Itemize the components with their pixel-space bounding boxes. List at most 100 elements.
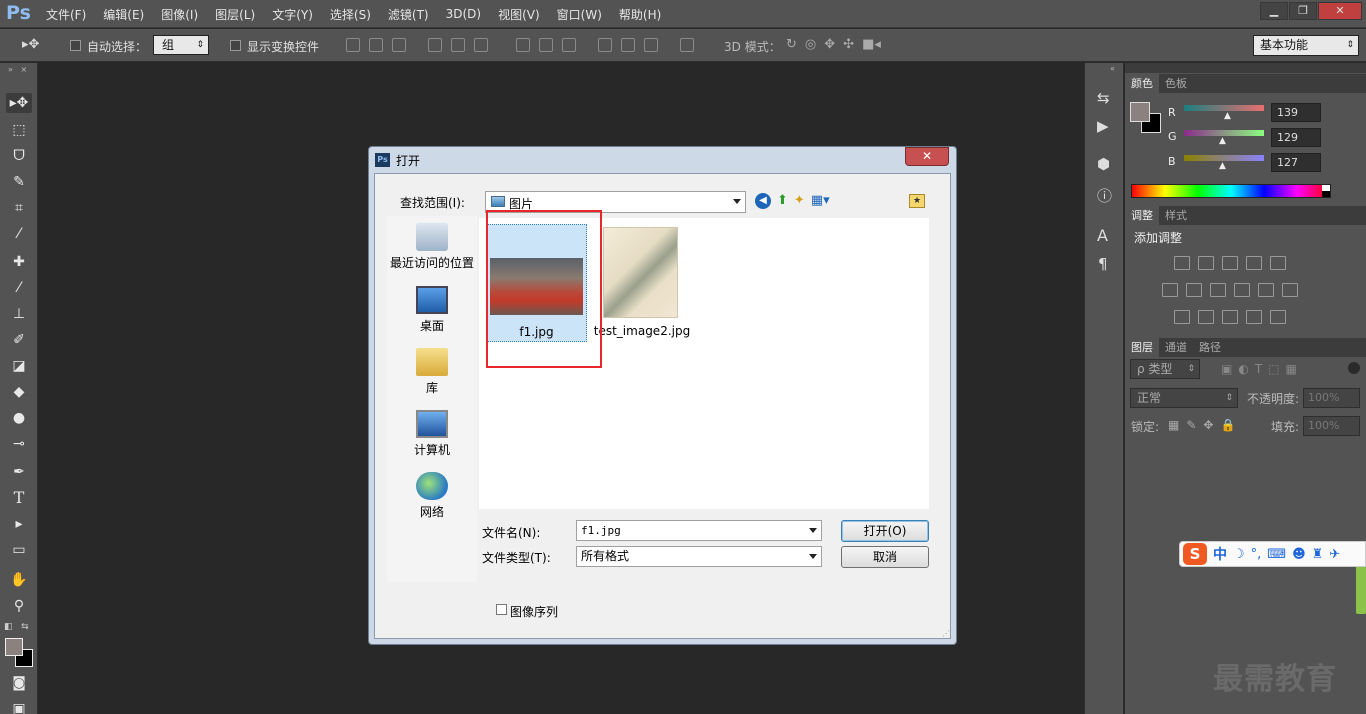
filter-shape-icon[interactable]: ⬚: [1268, 362, 1279, 376]
3d-rotate-icon[interactable]: ↻: [786, 37, 797, 52]
distribute-hcenter-icon[interactable]: [621, 38, 635, 52]
hue-saturation-icon[interactable]: [1162, 283, 1178, 297]
user-icon[interactable]: ☻: [1292, 547, 1306, 562]
type-tool-icon[interactable]: T: [9, 488, 29, 508]
black-white-ramp[interactable]: [1322, 185, 1330, 197]
pen-tool-icon[interactable]: ✒: [9, 462, 29, 482]
dialog-close-button[interactable]: ✕: [905, 147, 949, 166]
screen-mode-icon[interactable]: ▣: [9, 699, 29, 714]
menu-select[interactable]: 选择(S): [330, 6, 371, 23]
tab-layers[interactable]: 图层: [1125, 338, 1159, 357]
menu-3d[interactable]: 3D(D): [446, 7, 481, 21]
tab-paths[interactable]: 路径: [1193, 338, 1227, 357]
3d-pan-icon[interactable]: ✥: [824, 37, 835, 52]
new-folder-icon[interactable]: ✦: [794, 193, 805, 209]
punct-icon[interactable]: °,: [1251, 547, 1262, 562]
clone-stamp-tool-icon[interactable]: ⊥: [9, 304, 29, 324]
auto-select-dropdown[interactable]: 组 ⇕: [153, 35, 209, 55]
threshold-icon[interactable]: [1222, 310, 1238, 324]
curves-icon[interactable]: [1222, 256, 1238, 270]
distribute-vcenter-icon[interactable]: [539, 38, 553, 52]
foreground-color-swatch[interactable]: [5, 638, 23, 656]
filter-adjust-icon[interactable]: ◐: [1238, 362, 1248, 376]
align-vcenter-icon[interactable]: [369, 38, 383, 52]
tab-adjustments[interactable]: 调整: [1125, 206, 1159, 225]
paint-bucket-tool-icon[interactable]: ◆: [9, 382, 29, 402]
cancel-button[interactable]: 取消: [841, 546, 929, 568]
gradient-map-icon[interactable]: [1246, 310, 1262, 324]
panel-foreground-swatch[interactable]: [1130, 102, 1150, 122]
filter-toggle-icon[interactable]: [1348, 362, 1360, 374]
file-item[interactable]: test_image2.jpg: [594, 224, 690, 342]
tab-swatches[interactable]: 色板: [1159, 74, 1193, 93]
levels-icon[interactable]: [1198, 256, 1214, 270]
back-icon[interactable]: ◀: [755, 193, 771, 209]
distribute-top-icon[interactable]: [516, 38, 530, 52]
quick-mask-icon[interactable]: ◙: [9, 673, 29, 693]
dodge-tool-icon[interactable]: ⊸: [9, 434, 29, 454]
align-hcenter-icon[interactable]: [451, 38, 465, 52]
history-brush-tool-icon[interactable]: ✐: [9, 330, 29, 350]
auto-select-checkbox[interactable]: [70, 40, 81, 51]
align-right-icon[interactable]: [474, 38, 488, 52]
workspace-dropdown[interactable]: 基本功能 ⇕: [1253, 35, 1359, 56]
menu-help[interactable]: 帮助(H): [619, 6, 661, 23]
crop-tool-icon[interactable]: ⌗: [9, 198, 29, 218]
collapse-arrows-icon[interactable]: » ×: [8, 65, 27, 74]
eraser-tool-icon[interactable]: ◪: [9, 356, 29, 376]
view-menu-icon[interactable]: ▦▾: [811, 193, 830, 209]
blur-tool-icon[interactable]: ●: [9, 408, 29, 428]
lock-position-icon[interactable]: ✥: [1203, 418, 1213, 432]
filter-smart-icon[interactable]: ▦: [1286, 362, 1297, 376]
3d-roll-icon[interactable]: ◎: [805, 37, 816, 52]
menu-view[interactable]: 视图(V): [498, 6, 540, 23]
path-select-tool-icon[interactable]: ▸: [9, 514, 29, 534]
filter-type-icon[interactable]: T: [1255, 362, 1262, 376]
ime-mode-toggle[interactable]: 中: [1213, 544, 1227, 564]
color-spectrum-bar[interactable]: [1131, 184, 1331, 198]
blue-slider-thumb[interactable]: ▲: [1219, 161, 1226, 171]
wrench-icon[interactable]: ✈: [1329, 547, 1340, 562]
close-app-button[interactable]: ✕: [1318, 2, 1362, 20]
lasso-tool-icon[interactable]: ᗜ: [9, 146, 29, 166]
distribute-right-icon[interactable]: [644, 38, 658, 52]
show-transform-checkbox[interactable]: [230, 40, 241, 51]
sogou-logo-icon[interactable]: S: [1183, 543, 1207, 565]
vibrance-icon[interactable]: [1270, 256, 1286, 270]
panel-scrollbar[interactable]: [1356, 566, 1366, 614]
default-colors-icon[interactable]: ◧ ⇆: [4, 622, 29, 632]
align-top-icon[interactable]: [346, 38, 360, 52]
red-slider-thumb[interactable]: ▲: [1224, 111, 1231, 121]
filetype-dropdown[interactable]: 所有格式: [576, 546, 822, 567]
place-libraries[interactable]: 库: [387, 348, 477, 396]
healing-brush-tool-icon[interactable]: ✚: [9, 252, 29, 272]
selective-color-icon[interactable]: [1270, 310, 1286, 324]
lock-all-icon[interactable]: 🔒: [1220, 418, 1235, 432]
place-recent[interactable]: 最近访问的位置: [387, 223, 477, 271]
menu-file[interactable]: 文件(F): [46, 6, 86, 23]
info-panel-icon[interactable]: ⓘ: [1097, 185, 1112, 206]
keyboard-icon[interactable]: ⌨: [1267, 547, 1286, 562]
distribute-bottom-icon[interactable]: [562, 38, 576, 52]
exposure-icon[interactable]: [1246, 256, 1262, 270]
photo-filter-icon[interactable]: [1234, 283, 1250, 297]
invert-icon[interactable]: [1174, 310, 1190, 324]
brightness-icon[interactable]: [1174, 256, 1190, 270]
3d-panel-icon[interactable]: ⬢: [1097, 155, 1110, 173]
actions-panel-icon[interactable]: ▶: [1097, 117, 1109, 135]
posterize-icon[interactable]: [1198, 310, 1214, 324]
quick-select-tool-icon[interactable]: ✎: [9, 172, 29, 192]
filter-pixel-icon[interactable]: ▣: [1221, 362, 1232, 376]
shirt-icon[interactable]: ♜: [1312, 547, 1324, 562]
resize-grip-icon[interactable]: ⋰: [942, 629, 950, 638]
place-network[interactable]: 网络: [387, 472, 477, 520]
auto-align-icon[interactable]: [680, 38, 694, 52]
channel-mixer-icon[interactable]: [1258, 283, 1274, 297]
green-slider-thumb[interactable]: ▲: [1219, 136, 1226, 146]
move-tool-preset-icon[interactable]: ▸✥: [22, 37, 39, 52]
filename-input[interactable]: f1.jpg: [576, 520, 822, 541]
tab-channels[interactable]: 通道: [1159, 338, 1193, 357]
green-value-field[interactable]: 129: [1271, 128, 1321, 147]
red-value-field[interactable]: 139: [1271, 103, 1321, 122]
image-sequence-checkbox[interactable]: [496, 604, 507, 615]
